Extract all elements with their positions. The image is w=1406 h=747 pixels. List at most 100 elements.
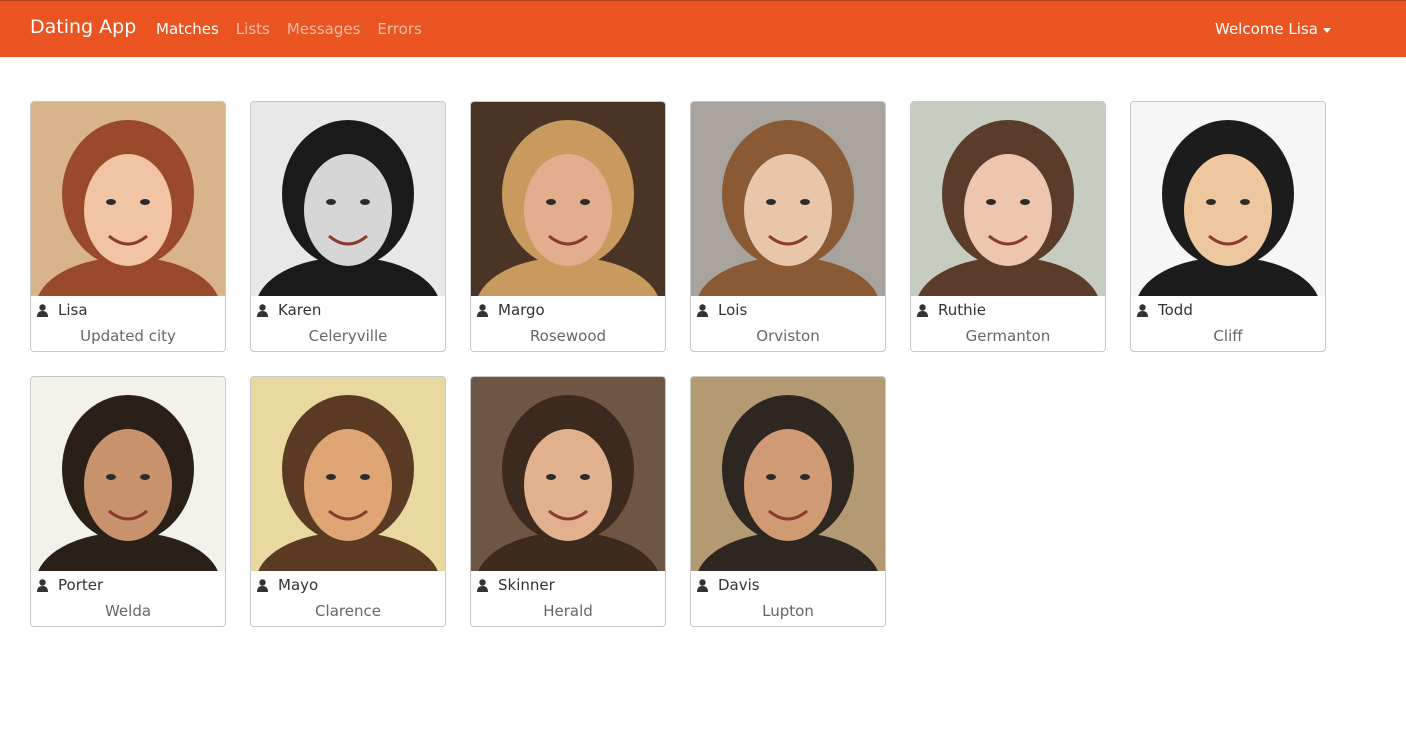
photo-eye-right: [360, 199, 370, 205]
photo-face: [84, 429, 172, 541]
member-name: Ruthie: [938, 301, 987, 319]
member-photo[interactable]: [1131, 102, 1325, 296]
photo-eye-left: [1206, 199, 1216, 205]
caret-down-icon: [1322, 27, 1331, 33]
photo-eye-left: [546, 199, 556, 205]
nav-link-matches[interactable]: Matches: [156, 20, 219, 38]
photo-face: [1184, 154, 1272, 266]
member-name-row: Ruthie: [917, 301, 986, 319]
photo-eye-right: [580, 199, 590, 205]
photo-eye-left: [766, 474, 776, 480]
member-card[interactable]: Mayo Clarence: [250, 376, 446, 627]
member-name-row: Margo: [477, 301, 545, 319]
member-name: Davis: [718, 576, 760, 594]
photo-face: [304, 429, 392, 541]
photo-face: [744, 429, 832, 541]
member-photo[interactable]: [471, 377, 665, 571]
photo-face: [84, 154, 172, 266]
member-city: Updated city: [80, 327, 176, 345]
photo-eye-left: [106, 199, 116, 205]
member-card[interactable]: Karen Celeryville: [250, 101, 446, 352]
member-city: Welda: [104, 602, 152, 620]
photo-eye-left: [326, 474, 336, 480]
member-name: Todd: [1158, 301, 1193, 319]
member-city: Germanton: [965, 327, 1051, 345]
member-name-row: Porter: [37, 576, 103, 594]
member-name-row: Skinner: [477, 576, 555, 594]
member-name-row: Todd: [1137, 301, 1193, 319]
member-city: Rosewood: [529, 327, 607, 345]
welcome-label: Welcome Lisa: [1215, 20, 1318, 38]
member-name-row: Lisa: [37, 301, 88, 319]
member-city: Cliff: [1213, 327, 1243, 345]
photo-eye-left: [986, 199, 996, 205]
member-photo[interactable]: [471, 102, 665, 296]
member-photo[interactable]: [691, 102, 885, 296]
member-card[interactable]: Ruthie Germanton: [910, 101, 1106, 352]
member-photo[interactable]: [31, 377, 225, 571]
photo-eye-right: [800, 474, 810, 480]
photo-eye-right: [360, 474, 370, 480]
photo-eye-right: [1020, 199, 1030, 205]
member-card[interactable]: Davis Lupton: [690, 376, 886, 627]
member-city: Lupton: [762, 602, 814, 620]
member-name: Lisa: [58, 301, 88, 319]
member-photo[interactable]: [31, 102, 225, 296]
member-card[interactable]: Lisa Updated city: [30, 101, 226, 352]
user-icon: [257, 578, 268, 592]
navbar: Dating App Matches Lists Messages Errors…: [0, 0, 1406, 57]
photo-eye-left: [106, 474, 116, 480]
nav-link-errors[interactable]: Errors: [377, 20, 421, 38]
member-card[interactable]: Skinner Herald: [470, 376, 666, 627]
photo-face: [524, 154, 612, 266]
nav-link-messages[interactable]: Messages: [287, 20, 361, 38]
member-name: Mayo: [278, 576, 319, 594]
photo-eye-left: [326, 199, 336, 205]
member-photo[interactable]: [251, 377, 445, 571]
member-city: Clarence: [315, 602, 381, 620]
member-photo[interactable]: [251, 102, 445, 296]
user-icon: [37, 578, 48, 592]
photo-eye-right: [140, 199, 150, 205]
member-city: Celeryville: [308, 327, 388, 345]
member-photo[interactable]: [911, 102, 1105, 296]
photo-eye-right: [1240, 199, 1250, 205]
photo-eye-right: [580, 474, 590, 480]
member-city: Orviston: [756, 327, 820, 345]
user-menu-toggle[interactable]: Welcome Lisa: [1215, 20, 1331, 38]
user-icon: [697, 578, 708, 592]
photo-eye-right: [140, 474, 150, 480]
brand-link[interactable]: Dating App: [30, 16, 136, 38]
user-icon: [697, 303, 708, 317]
photo-face: [304, 154, 392, 266]
user-icon: [37, 303, 48, 317]
member-name-row: Mayo: [257, 576, 318, 594]
photo-face: [964, 154, 1052, 266]
member-name: Karen: [278, 301, 322, 319]
member-name-row: Davis: [697, 576, 760, 594]
member-name: Lois: [718, 301, 748, 319]
member-name: Skinner: [498, 576, 555, 594]
photo-face: [744, 154, 832, 266]
user-icon: [1137, 303, 1148, 317]
member-name-row: Lois: [697, 301, 747, 319]
member-name: Porter: [58, 576, 104, 594]
member-card[interactable]: Lois Orviston: [690, 101, 886, 352]
nav-link-lists[interactable]: Lists: [236, 20, 270, 38]
member-card[interactable]: Porter Welda: [30, 376, 226, 627]
user-icon: [257, 303, 268, 317]
member-card[interactable]: Todd Cliff: [1130, 101, 1326, 352]
member-name: Margo: [498, 301, 545, 319]
photo-eye-right: [800, 199, 810, 205]
member-card[interactable]: Margo Rosewood: [470, 101, 666, 352]
user-icon: [917, 303, 928, 317]
photo-face: [524, 429, 612, 541]
photo-eye-left: [766, 199, 776, 205]
nav-links: Matches Lists Messages Errors: [156, 20, 422, 38]
user-icon: [477, 303, 488, 317]
member-city: Herald: [543, 602, 593, 620]
member-photo[interactable]: [691, 377, 885, 571]
member-name-row: Karen: [257, 301, 321, 319]
photo-eye-left: [546, 474, 556, 480]
user-icon: [477, 578, 488, 592]
